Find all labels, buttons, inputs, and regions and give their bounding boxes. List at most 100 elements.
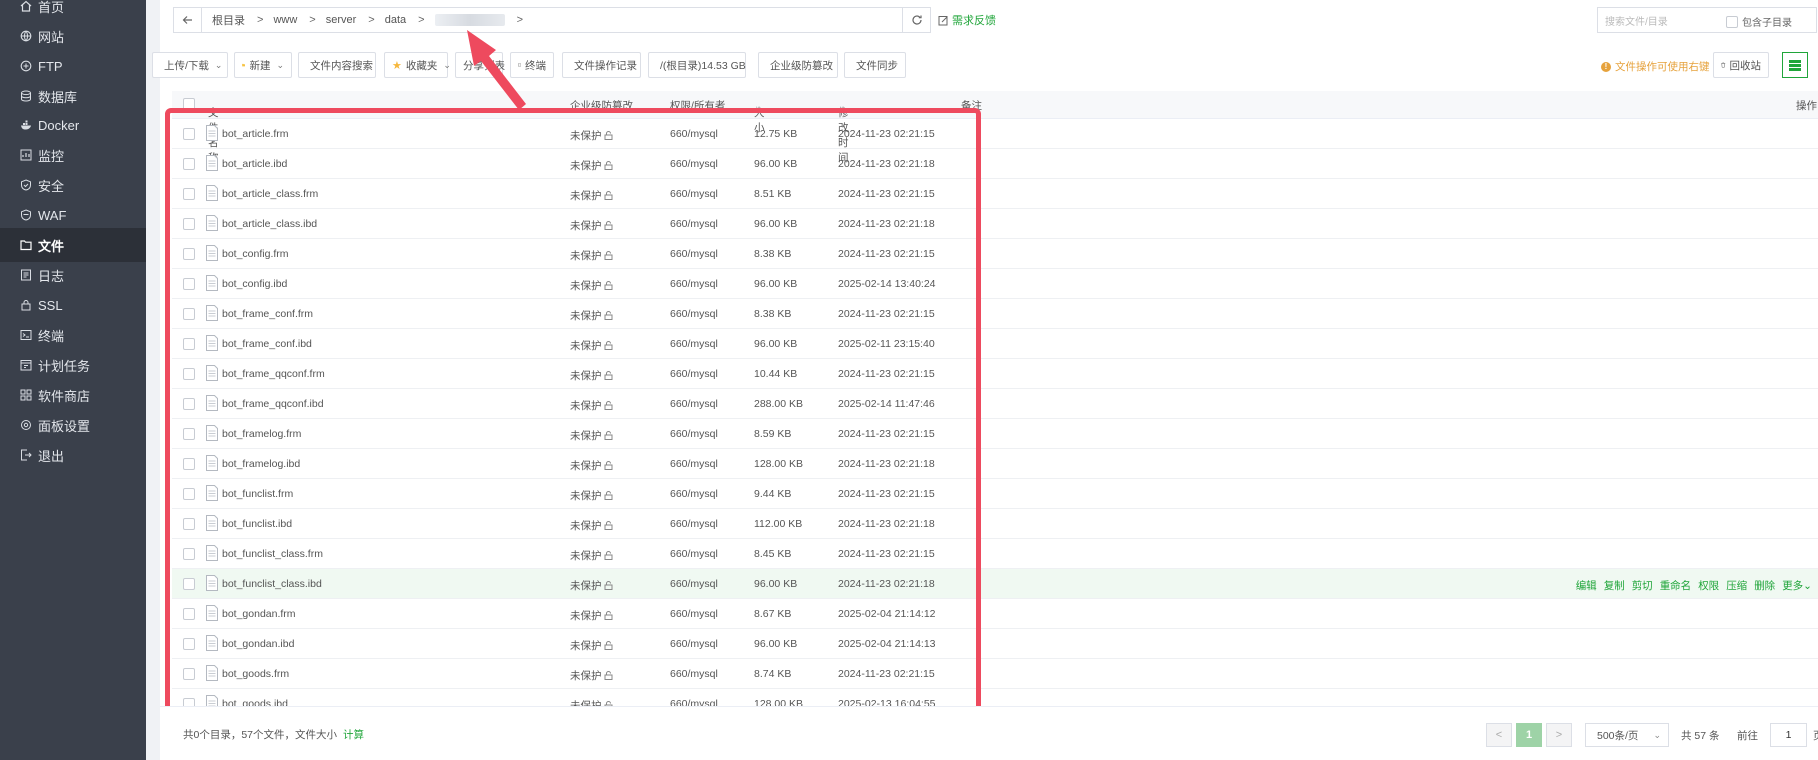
- table-row[interactable]: bot_config.frm 未保护 660/mysql 8.38 KB 2024-11…: [172, 239, 1818, 269]
- protect-status[interactable]: 未保护: [570, 308, 613, 323]
- row-checkbox[interactable]: [183, 248, 195, 260]
- file-name[interactable]: bot_frame_conf.frm: [222, 308, 313, 320]
- operation-log-button[interactable]: 文件操作记录: [562, 52, 641, 78]
- file-name[interactable]: bot_funclist.frm: [222, 488, 293, 500]
- file-perm[interactable]: 660/mysql: [670, 488, 718, 500]
- protect-status[interactable]: 未保护: [570, 368, 613, 383]
- file-name[interactable]: bot_frame_qqconf.ibd: [222, 398, 324, 410]
- file-perm[interactable]: 660/mysql: [670, 428, 718, 440]
- favorites-button[interactable]: ★ 收藏夹 ⌄: [384, 52, 451, 78]
- sidebar-item-2[interactable]: FTP: [0, 49, 146, 83]
- table-row[interactable]: bot_gondan.ibd 未保护 660/mysql 96.00 KB 2025-0…: [172, 629, 1818, 659]
- file-perm[interactable]: 660/mysql: [670, 548, 718, 560]
- protect-status[interactable]: 未保护: [570, 428, 613, 443]
- table-row[interactable]: bot_article.frm 未保护 660/mysql 12.75 KB 2024-…: [172, 119, 1818, 149]
- crumb-root[interactable]: 根目录: [212, 12, 245, 28]
- table-row[interactable]: bot_goods.ibd 未保护 660/mysql 128.00 KB 2025-0…: [172, 689, 1818, 706]
- row-checkbox[interactable]: [183, 698, 195, 706]
- table-row[interactable]: bot_gondan.frm 未保护 660/mysql 8.67 KB 2025-02…: [172, 599, 1818, 629]
- sidebar-item-5[interactable]: 监控: [0, 138, 146, 172]
- file-name[interactable]: bot_funclist_class.ibd: [222, 578, 322, 590]
- protect-status[interactable]: 未保护: [570, 188, 613, 203]
- row-checkbox[interactable]: [183, 128, 195, 140]
- file-name[interactable]: bot_framelog.frm: [222, 428, 301, 440]
- sidebar-item-7[interactable]: WAF: [0, 198, 146, 232]
- row-checkbox[interactable]: [183, 548, 195, 560]
- protect-status[interactable]: 未保护: [570, 128, 613, 143]
- protect-status[interactable]: 未保护: [570, 278, 613, 293]
- sidebar-item-11[interactable]: 终端: [0, 318, 146, 352]
- file-perm[interactable]: 660/mysql: [670, 398, 718, 410]
- row-checkbox[interactable]: [183, 608, 195, 620]
- table-row[interactable]: bot_article_class.ibd 未保护 660/mysql 96.00 K…: [172, 209, 1818, 239]
- upload-download-button[interactable]: 上传/下载 ⌄: [152, 52, 228, 78]
- row-checkbox[interactable]: [183, 278, 195, 290]
- protect-status[interactable]: 未保护: [570, 158, 613, 173]
- file-name[interactable]: bot_goods.ibd: [222, 698, 288, 706]
- file-name[interactable]: bot_frame_conf.ibd: [222, 338, 312, 350]
- sidebar-item-8[interactable]: 文件: [0, 228, 146, 262]
- file-perm[interactable]: 660/mysql: [670, 308, 718, 320]
- row-action-0[interactable]: 编辑: [1576, 578, 1597, 593]
- address-bar[interactable]: 根目录 > www > server > data > >: [173, 7, 903, 33]
- protect-status[interactable]: 未保护: [570, 668, 613, 683]
- table-row[interactable]: bot_frame_conf.frm 未保护 660/mysql 8.38 KB 202…: [172, 299, 1818, 329]
- sidebar-item-6[interactable]: 安全: [0, 168, 146, 202]
- file-perm[interactable]: 660/mysql: [670, 638, 718, 650]
- row-checkbox[interactable]: [183, 368, 195, 380]
- row-checkbox[interactable]: [183, 488, 195, 500]
- back-button[interactable]: [174, 8, 202, 32]
- table-row[interactable]: bot_goods.frm 未保护 660/mysql 8.74 KB 2024-11-…: [172, 659, 1818, 689]
- row-checkbox[interactable]: [183, 458, 195, 470]
- file-perm[interactable]: 660/mysql: [670, 518, 718, 530]
- sidebar-item-15[interactable]: 退出: [0, 438, 146, 472]
- file-name[interactable]: bot_funclist_class.frm: [222, 548, 323, 560]
- goto-page-input[interactable]: 1: [1770, 723, 1807, 747]
- row-action-7[interactable]: 更多⌄: [1782, 578, 1812, 593]
- file-perm[interactable]: 660/mysql: [670, 578, 718, 590]
- row-action-5[interactable]: 压缩: [1726, 578, 1747, 593]
- disk-button[interactable]: /(根目录)14.53 GB: [648, 52, 746, 78]
- protect-status[interactable]: 未保护: [570, 638, 613, 653]
- table-row[interactable]: bot_article.ibd 未保护 660/mysql 96.00 KB 2024-…: [172, 149, 1818, 179]
- row-checkbox[interactable]: [183, 308, 195, 320]
- sidebar-item-4[interactable]: Docker: [0, 108, 146, 142]
- file-perm[interactable]: 660/mysql: [670, 278, 718, 290]
- file-perm[interactable]: 660/mysql: [670, 458, 718, 470]
- feedback-link[interactable]: 需求反馈: [938, 12, 996, 28]
- file-perm[interactable]: 660/mysql: [670, 668, 718, 680]
- row-action-6[interactable]: 删除: [1754, 578, 1775, 593]
- file-name[interactable]: bot_article.ibd: [222, 158, 287, 170]
- row-checkbox[interactable]: [183, 668, 195, 680]
- file-name[interactable]: bot_goods.frm: [222, 668, 289, 680]
- table-row[interactable]: bot_funclist.frm 未保护 660/mysql 9.44 KB 2024-…: [172, 479, 1818, 509]
- file-sync-button[interactable]: 文件同步: [844, 52, 906, 78]
- file-name[interactable]: bot_article.frm: [222, 128, 289, 140]
- sidebar-item-12[interactable]: 计划任务: [0, 348, 146, 382]
- protect-status[interactable]: 未保护: [570, 578, 613, 593]
- crumb-server[interactable]: server: [326, 14, 357, 26]
- file-name[interactable]: bot_gondan.ibd: [222, 638, 294, 650]
- protect-status[interactable]: 未保护: [570, 608, 613, 623]
- sidebar-item-13[interactable]: 软件商店: [0, 378, 146, 412]
- row-checkbox[interactable]: [183, 398, 195, 410]
- tamper-proof-button[interactable]: 企业级防篡改: [758, 52, 838, 78]
- protect-status[interactable]: 未保护: [570, 248, 613, 263]
- list-view-button[interactable]: [1782, 52, 1808, 78]
- table-row[interactable]: bot_frame_conf.ibd 未保护 660/mysql 96.00 KB 20…: [172, 329, 1818, 359]
- file-perm[interactable]: 660/mysql: [670, 698, 718, 706]
- new-button[interactable]: 新建 ⌄: [234, 52, 292, 78]
- table-row[interactable]: bot_config.ibd 未保护 660/mysql 96.00 KB 2025-0…: [172, 269, 1818, 299]
- file-perm[interactable]: 660/mysql: [670, 248, 718, 260]
- file-name[interactable]: bot_config.frm: [222, 248, 289, 260]
- protect-status[interactable]: 未保护: [570, 458, 613, 473]
- row-checkbox[interactable]: [183, 218, 195, 230]
- next-page-button[interactable]: >: [1546, 723, 1572, 747]
- sidebar-item-10[interactable]: SSL: [0, 288, 146, 322]
- row-checkbox[interactable]: [183, 428, 195, 440]
- row-action-4[interactable]: 权限: [1698, 578, 1719, 593]
- file-perm[interactable]: 660/mysql: [670, 338, 718, 350]
- content-search-button[interactable]: 文件内容搜索: [298, 52, 376, 78]
- protect-status[interactable]: 未保护: [570, 218, 613, 233]
- crumb-data[interactable]: data: [385, 14, 406, 26]
